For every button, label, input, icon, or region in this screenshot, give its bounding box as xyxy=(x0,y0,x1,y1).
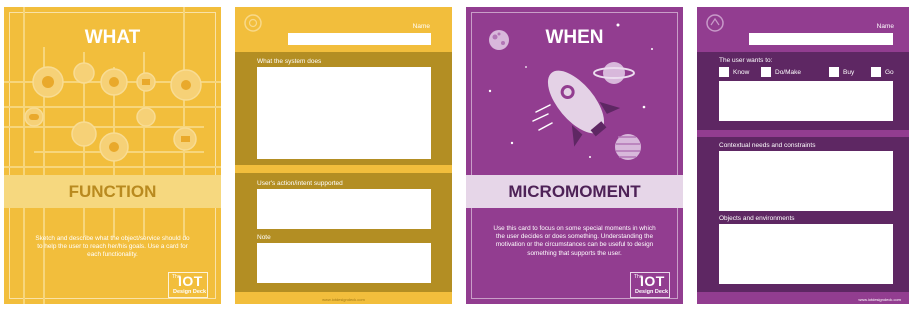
checkbox-know[interactable] xyxy=(719,67,729,77)
card-corner-icon xyxy=(244,14,262,32)
option-go-label: Go xyxy=(885,69,894,76)
field-label-user-action: User's action/intent supported xyxy=(257,180,343,187)
footer-url: www.iotdesigndeck.com xyxy=(858,297,901,302)
what-form-card: Name What the system does User's action/… xyxy=(235,7,452,304)
checkbox-buy[interactable] xyxy=(829,67,839,77)
checkbox-do-make[interactable] xyxy=(761,67,771,77)
contextual-needs-field[interactable] xyxy=(719,151,893,211)
wants-options: Know Do/Make Buy Go xyxy=(719,67,897,79)
name-label: Name xyxy=(412,23,430,30)
card-description: Use this card to focus on some special m… xyxy=(493,225,656,257)
name-label: Name xyxy=(876,23,894,30)
name-field[interactable] xyxy=(288,33,431,45)
when-micromoment-card: WHEN MICROMOMENT Use this card to focus … xyxy=(466,7,683,304)
card-band-title: MICROMOMENT xyxy=(508,182,641,201)
checkbox-go[interactable] xyxy=(871,67,881,77)
what-function-card: WHAT FUNCTION Sketch and describe what t… xyxy=(4,7,221,304)
card-band-title: FUNCTION xyxy=(68,182,157,201)
space-illustration xyxy=(488,23,653,160)
name-field[interactable] xyxy=(749,33,893,45)
card-description: Sketch and describe what the object/serv… xyxy=(35,235,190,259)
field-label-objects-environments: Objects and environments xyxy=(719,215,795,222)
wants-label: The user wants to: xyxy=(719,57,773,64)
field-label-note: Note xyxy=(257,234,271,241)
system-does-field[interactable] xyxy=(257,67,431,159)
card-corner-icon xyxy=(706,14,724,32)
wants-field[interactable] xyxy=(719,81,893,121)
iot-design-deck-logo: The IOT Design Deck xyxy=(168,272,208,298)
divider-stripe xyxy=(235,165,452,173)
field-label-system-does: What the system does xyxy=(257,58,322,65)
objects-environments-field[interactable] xyxy=(719,224,893,284)
footer-url: www.iotdesigndeck.com xyxy=(322,297,365,302)
when-form-card: Name The user wants to: Know Do/Make Buy… xyxy=(697,7,909,304)
user-action-field[interactable] xyxy=(257,189,431,229)
field-label-contextual-needs: Contextual needs and constraints xyxy=(719,142,816,149)
note-field[interactable] xyxy=(257,243,431,283)
option-buy-label: Buy xyxy=(843,69,855,76)
iot-design-deck-logo: The IOT Design Deck xyxy=(630,272,670,298)
option-know-label: Know xyxy=(733,69,750,76)
divider-stripe xyxy=(697,130,909,137)
option-do-make-label: Do/Make xyxy=(775,69,802,76)
